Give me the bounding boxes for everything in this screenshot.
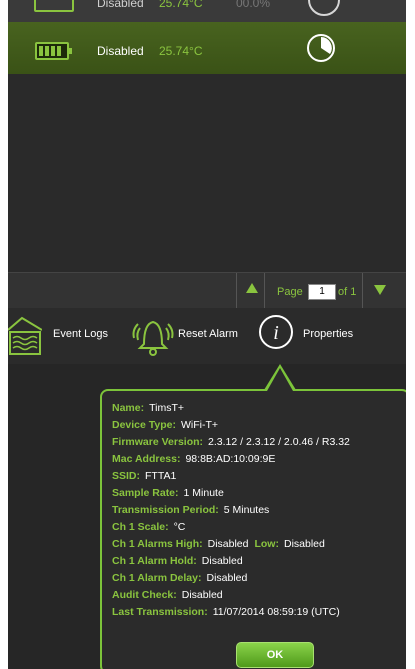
properties-popup: Name: TimsT+ Device Type: WiFi-T+ Firmware… xyxy=(100,389,406,669)
arrow-up-icon[interactable] xyxy=(246,283,258,293)
battery-icon xyxy=(35,42,72,60)
battery-icon xyxy=(34,0,74,12)
device-row[interactable]: Disabled 25.74°C 00.0% xyxy=(8,0,406,23)
arrow-down-icon[interactable] xyxy=(374,285,386,295)
properties-list: Name: TimsT+ Device Type: WiFi-T+ Firmware… xyxy=(112,400,350,621)
info-icon[interactable]: i xyxy=(258,314,294,350)
app-window: Disabled 25.74°C 00.0% Disabled 25.74°C … xyxy=(8,0,406,669)
reset-alarm-button[interactable]: Reset Alarm xyxy=(178,328,238,340)
page-count: of 1 xyxy=(338,286,357,298)
page-label: Page xyxy=(277,286,303,298)
prop-ch1-alarm-hold: Ch 1 Alarm Hold: Disabled xyxy=(112,555,243,567)
page-input[interactable]: 1 xyxy=(308,284,336,300)
bell-icon[interactable] xyxy=(130,314,176,358)
device-list xyxy=(8,74,406,272)
popup-pointer-fill xyxy=(267,368,293,391)
pager: Page 1 of 1 xyxy=(8,272,406,310)
device-temp: 25.74°C xyxy=(159,44,203,58)
device-row-selected[interactable]: Disabled 25.74°C xyxy=(8,22,406,75)
device-temp: 25.74°C xyxy=(159,0,203,10)
prop-ch1-alarm-delay: Ch 1 Alarm Delay: Disabled xyxy=(112,572,248,584)
prop-mac: Mac Address: 98:8B:AD:10:09:9E xyxy=(112,453,276,465)
prop-audit-check: Audit Check: Disabled xyxy=(112,589,223,601)
device-status: Disabled xyxy=(97,0,144,10)
properties-button[interactable]: Properties xyxy=(303,328,353,340)
svg-text:i: i xyxy=(273,322,279,344)
prop-name: Name: TimsT+ xyxy=(112,402,185,414)
pie-chart-icon xyxy=(307,34,335,62)
prop-firmware: Firmware Version: 2.3.12 / 2.3.12 / 2.0.4… xyxy=(112,436,350,448)
ok-button[interactable]: OK xyxy=(236,642,314,668)
prop-device-type: Device Type: WiFi-T+ xyxy=(112,419,219,431)
prop-transmission-period: Transmission Period: 5 Minutes xyxy=(112,504,270,516)
toolbar: Event Logs Reset Alarm i Properties xyxy=(8,308,406,364)
device-status: Disabled xyxy=(97,44,144,58)
event-logs-icon[interactable] xyxy=(8,316,42,356)
prop-ssid: SSID: FTTA1 xyxy=(112,470,177,482)
prop-ch1-scale: Ch 1 Scale: °C xyxy=(112,521,186,533)
pie-chart-icon xyxy=(308,0,340,16)
prop-ch1-alarms: Ch 1 Alarms High: Disabled Low: Disabled xyxy=(112,538,325,550)
prop-last-transmission: Last Transmission: 11/07/2014 08:59:19 (U… xyxy=(112,606,340,618)
prop-sample-rate: Sample Rate: 1 Minute xyxy=(112,487,224,499)
device-extra: 00.0% xyxy=(236,0,271,10)
event-logs-button[interactable]: Event Logs xyxy=(53,328,108,340)
